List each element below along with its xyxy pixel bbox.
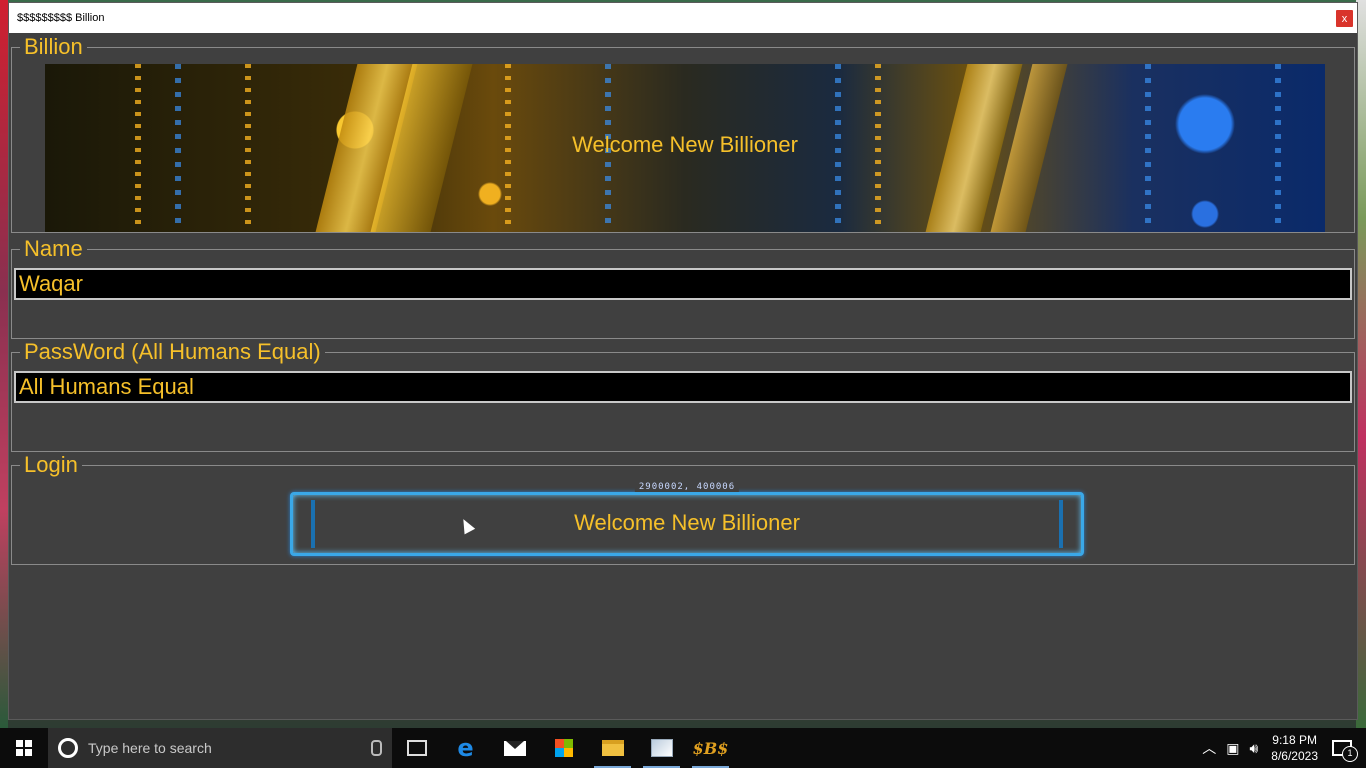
folder-icon	[601, 740, 624, 756]
file-explorer-button[interactable]	[588, 728, 637, 768]
notification-badge: 1	[1342, 746, 1358, 762]
clock-time: 9:18 PM	[1272, 733, 1317, 747]
login-group: Login 2900002, 400006 Welcome New Billio…	[11, 452, 1355, 565]
network-icon[interactable]: ▣	[1226, 740, 1239, 757]
clock-date: 8/6/2023	[1271, 749, 1318, 763]
login-button-code: 2900002, 400006	[634, 482, 740, 492]
name-legend: Name	[20, 236, 87, 262]
login-legend: Login	[20, 452, 82, 478]
mail-icon	[503, 740, 526, 756]
app-button[interactable]	[637, 728, 686, 768]
system-tray: ︿ ▣ 🔊︎ 9:18 PM 8/6/2023 1	[1197, 728, 1366, 768]
clock[interactable]: 9:18 PM 8/6/2023	[1271, 732, 1318, 764]
task-view-button[interactable]	[392, 728, 441, 768]
name-group: Name Waqar	[11, 236, 1355, 339]
billion-app-button[interactable]: $B$	[686, 728, 735, 768]
billion-app-icon: $B$	[692, 738, 729, 758]
app-window: $$$$$$$$$ Billion x Billion Welcome New …	[8, 2, 1358, 720]
app-icon	[650, 739, 673, 757]
title-bar[interactable]: $$$$$$$$$ Billion x	[9, 3, 1357, 33]
billion-legend: Billion	[20, 34, 87, 60]
name-input[interactable]: Waqar	[14, 268, 1352, 300]
password-legend: PassWord (All Humans Equal)	[20, 339, 325, 365]
windows-logo-icon	[16, 740, 32, 756]
password-input[interactable]: All Humans Equal	[14, 371, 1352, 403]
window-title: $$$$$$$$$ Billion	[17, 12, 105, 24]
notifications-icon[interactable]: 1	[1332, 740, 1358, 762]
mail-button[interactable]	[490, 728, 539, 768]
login-button[interactable]: 2900002, 400006 Welcome New Billioner	[280, 482, 1094, 560]
taskbar-search[interactable]: Type here to search	[48, 728, 392, 768]
task-view-icon	[406, 740, 427, 756]
store-button[interactable]	[539, 728, 588, 768]
billion-group: Billion Welcome New Billioner	[11, 34, 1355, 233]
chevron-up-icon[interactable]: ︿	[1202, 738, 1216, 758]
edge-icon: e	[457, 734, 474, 762]
cortana-icon	[58, 738, 78, 758]
banner-welcome-text: Welcome New Billioner	[572, 132, 798, 157]
volume-icon[interactable]: 🔊︎	[1249, 740, 1258, 757]
start-button[interactable]	[0, 728, 48, 768]
banner-image: Welcome New Billioner	[45, 64, 1325, 232]
search-placeholder: Type here to search	[88, 740, 212, 756]
password-group: PassWord (All Humans Equal) All Humans E…	[11, 339, 1355, 452]
microphone-icon[interactable]	[371, 740, 382, 756]
taskbar: Type here to search e $B$ ︿ ▣ 🔊︎ 9:18 PM…	[0, 728, 1366, 768]
desktop-wallpaper-left	[0, 0, 8, 728]
store-icon	[554, 739, 573, 757]
close-button[interactable]: x	[1336, 10, 1353, 27]
edge-button[interactable]: e	[441, 728, 490, 768]
login-button-label: Welcome New Billioner	[574, 510, 800, 535]
